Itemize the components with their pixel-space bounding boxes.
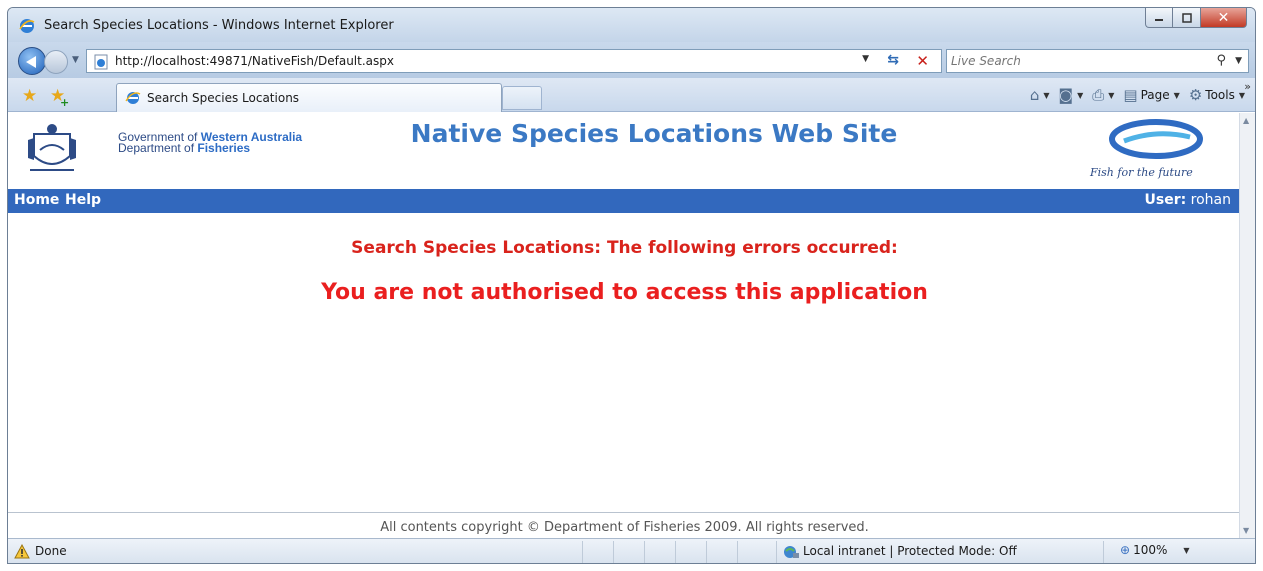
user-info: User: rohan — [1145, 192, 1232, 208]
search-box[interactable]: ⚲ ▼ — [946, 49, 1249, 73]
url-text[interactable]: http://localhost:49871/NativeFish/Defaul… — [115, 54, 394, 68]
tab-toolbar: ★ ★ Search Species Locations ⌂▼ ◙▼ ⎙▼ ▤ — [8, 78, 1255, 112]
close-button[interactable]: ✕ — [1201, 8, 1247, 28]
refresh-icon[interactable]: ⇆ — [887, 52, 899, 68]
print-icon: ⎙ — [1092, 86, 1105, 104]
ie-tab-icon — [125, 92, 141, 104]
back-button[interactable] — [18, 47, 46, 75]
tools-menu[interactable]: ⚙ Tools ▼ — [1189, 86, 1245, 104]
home-icon: ⌂ — [1029, 86, 1040, 104]
user-name: rohan — [1190, 192, 1231, 208]
forward-button[interactable] — [44, 50, 68, 74]
user-label: User: — [1144, 192, 1187, 208]
site-header: Government of Western Australia Departme… — [8, 113, 1241, 223]
recent-pages-dropdown-icon[interactable]: ▼ — [72, 55, 79, 65]
error-heading: Search Species Locations: The following … — [351, 238, 898, 258]
menu-help-link[interactable]: Help — [65, 192, 101, 208]
ie-logo-icon — [19, 19, 35, 33]
dept-name: Fisheries — [197, 141, 251, 155]
chevron-down-icon: ▼ — [1077, 90, 1084, 100]
status-pane — [737, 541, 768, 563]
footer-copyright: All contents copyright © Department of F… — [380, 520, 869, 535]
security-zone[interactable]: Local intranet | Protected Mode: Off — [776, 541, 1104, 563]
page-icon: ▤ — [1123, 86, 1138, 104]
vertical-scrollbar[interactable]: ▲ ▼ — [1239, 113, 1255, 538]
page-icon — [94, 54, 108, 70]
maximize-button[interactable] — [1173, 8, 1201, 28]
status-pane — [644, 541, 675, 563]
search-input[interactable] — [951, 52, 1191, 70]
tab-label: Search Species Locations — [147, 91, 300, 105]
url-field[interactable]: http://localhost:49871/NativeFish/Defaul… — [86, 49, 942, 73]
search-icon[interactable]: ⚲ — [1216, 53, 1226, 68]
zoom-level: 100% — [1133, 543, 1168, 557]
intranet-globe-icon — [784, 546, 799, 558]
status-text: Done — [35, 544, 67, 558]
feeds-button[interactable]: ◙ ▼ — [1059, 86, 1084, 104]
status-pane — [706, 541, 737, 563]
minimize-button[interactable] — [1145, 8, 1173, 28]
maximize-icon — [1181, 12, 1192, 23]
tools-menu-label: Tools — [1205, 88, 1235, 102]
favorites-icon[interactable]: ★ — [22, 86, 37, 106]
browser-window: Search Species Locations - Windows Inter… — [7, 7, 1256, 564]
gear-icon: ⚙ — [1188, 86, 1203, 104]
fisheries-tagline: Fish for the future — [1090, 166, 1193, 179]
site-menu-bar: Home Help User: rohan — [8, 189, 1241, 213]
home-button[interactable]: ⌂ ▼ — [1030, 86, 1050, 104]
more-commands-icon[interactable]: » — [1244, 80, 1251, 93]
add-favorites-icon[interactable]: ★ — [50, 86, 70, 109]
dept-prefix: Department of — [118, 141, 195, 155]
page-menu[interactable]: ▤ Page ▼ — [1123, 86, 1179, 104]
status-bar: Done Local intranet | Protected Mode: Of… — [8, 538, 1255, 563]
search-dropdown-icon[interactable]: ▼ — [1235, 56, 1242, 66]
status-panes — [582, 541, 768, 563]
feed-icon: ◙ — [1058, 86, 1074, 104]
window-controls: ✕ — [1145, 8, 1247, 30]
title-bar: Search Species Locations - Windows Inter… — [8, 8, 1255, 42]
fisheries-logo-icon — [1109, 119, 1203, 159]
address-bar: ▼ http://localhost:49871/NativeFish/Defa… — [8, 42, 1255, 78]
zoom-icon: ⊕ — [1120, 543, 1131, 557]
scroll-up-icon[interactable]: ▲ — [1243, 116, 1249, 125]
stop-icon[interactable]: ✕ — [916, 52, 929, 70]
chevron-down-icon: ▼ — [1183, 545, 1190, 555]
security-zone-text: Local intranet | Protected Mode: Off — [803, 544, 1017, 558]
site-title: Native Species Locations Web Site — [410, 119, 898, 148]
status-pane — [582, 541, 613, 563]
status-pane — [613, 541, 644, 563]
close-icon: ✕ — [1217, 9, 1230, 26]
wa-government-crest-icon — [28, 124, 76, 171]
chevron-down-icon: ▼ — [1108, 90, 1115, 100]
department-label: Department of Fisheries — [118, 141, 250, 155]
page-viewport: Government of Western Australia Departme… — [8, 113, 1241, 538]
warning-icon[interactable] — [14, 544, 30, 559]
minimize-icon — [1155, 18, 1163, 21]
status-pane — [675, 541, 706, 563]
chevron-down-icon: ▼ — [1043, 90, 1050, 100]
footer-divider — [8, 512, 1241, 513]
error-message: You are not authorised to access this ap… — [321, 280, 928, 305]
window-title: Search Species Locations - Windows Inter… — [44, 18, 394, 33]
command-bar: ⌂ ▼ ◙ ▼ ⎙ ▼ ▤ Page ▼ ⚙ Tools ▼ — [1021, 86, 1245, 104]
print-button[interactable]: ⎙ ▼ — [1092, 86, 1114, 104]
tab-search-species[interactable]: Search Species Locations — [116, 83, 502, 112]
scroll-down-icon[interactable]: ▼ — [1243, 526, 1249, 535]
zoom-control[interactable]: ⊕ 100% ▼ — [1120, 543, 1190, 557]
chevron-down-icon: ▼ — [1173, 90, 1180, 100]
menu-home-link[interactable]: Home — [14, 192, 59, 208]
url-dropdown-icon[interactable]: ▼ — [862, 54, 869, 64]
new-tab-button[interactable] — [502, 86, 542, 110]
page-menu-label: Page — [1140, 88, 1170, 102]
